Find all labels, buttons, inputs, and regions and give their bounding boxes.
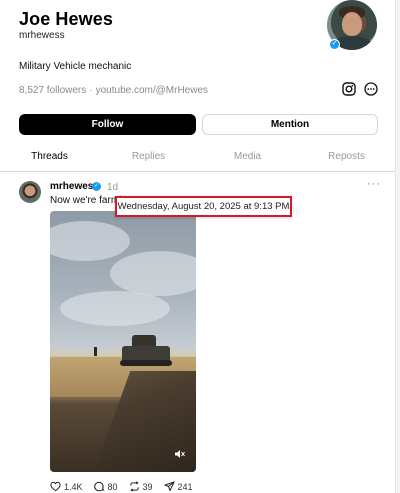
post-avatar[interactable] [19, 181, 41, 203]
verified-badge-icon: ✓ [329, 39, 340, 50]
profile-link[interactable]: youtube.com/@MrHewes [96, 85, 208, 96]
share-button[interactable]: 241 [163, 481, 193, 492]
post-more-button[interactable]: ··· [367, 178, 381, 190]
post-timestamp[interactable]: 1d [107, 182, 118, 193]
separator: · [89, 85, 93, 96]
heart-icon [50, 481, 61, 492]
share-icon [163, 481, 175, 492]
tabs-divider [0, 171, 395, 172]
share-count: 241 [177, 481, 193, 492]
repost-count: 39 [142, 481, 153, 492]
tab-threads[interactable]: Threads [0, 146, 99, 172]
tab-reposts[interactable]: Reposts [297, 146, 395, 172]
post-text: Now we're farmi [50, 195, 122, 206]
tab-media[interactable]: Media [198, 146, 297, 172]
followers-count[interactable]: 8,527 followers [19, 85, 86, 96]
post-actions: 1.4K 80 39 241 [50, 480, 204, 493]
mention-button[interactable]: Mention [202, 114, 378, 135]
profile-handle: mrhewess [19, 30, 65, 41]
post-video[interactable] [50, 211, 196, 472]
tab-replies[interactable]: Replies [99, 146, 198, 172]
post-verified-icon: ✓ [92, 182, 101, 191]
followers-row: 8,527 followers · youtube.com/@MrHewes [19, 85, 208, 96]
timestamp-tooltip: Wednesday, August 20, 2025 at 9:13 PM [115, 196, 292, 217]
like-button[interactable]: 1.4K [50, 481, 83, 492]
comment-button[interactable]: 80 [93, 481, 118, 492]
profile-card: Joe Hewes mrhewess ✓ Military Vehicle me… [0, 0, 396, 493]
mute-icon[interactable] [174, 448, 186, 460]
comment-count: 80 [107, 481, 118, 492]
profile-name: Joe Hewes [19, 9, 113, 29]
profile-bio: Military Vehicle mechanic [19, 61, 132, 72]
repost-icon [129, 481, 139, 492]
repost-button[interactable]: 39 [129, 481, 153, 492]
like-count: 1.4K [64, 481, 83, 492]
comment-icon [93, 481, 105, 492]
instagram-icon[interactable] [342, 82, 356, 96]
profile-tabs: Threads Replies Media Reposts [0, 146, 395, 172]
more-circle-icon[interactable] [364, 82, 378, 96]
follow-button[interactable]: Follow [19, 114, 196, 135]
